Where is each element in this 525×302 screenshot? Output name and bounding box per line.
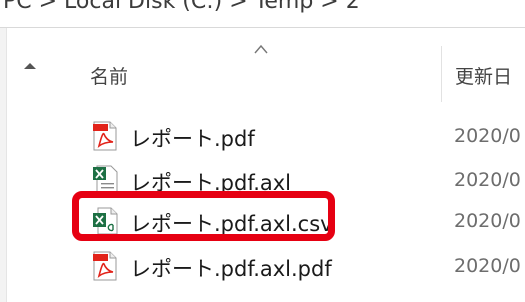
file-date: 2020/0 xyxy=(454,169,521,191)
column-header-name[interactable]: 名前 xyxy=(90,62,128,89)
breadcrumb[interactable]: PC > Local Disk (C:) > Temp > 2 xyxy=(3,0,360,14)
pane-divider[interactable] xyxy=(6,28,7,302)
scroll-up-arrow-icon[interactable] xyxy=(22,58,38,74)
column-divider[interactable] xyxy=(441,46,442,102)
file-row[interactable]: レポート.pdf.axl.pdf 2020/0 xyxy=(80,248,525,284)
file-date: 2020/0 xyxy=(454,255,521,277)
file-name[interactable]: レポート.pdf xyxy=(130,123,255,153)
file-date: 2020/0 xyxy=(454,125,521,147)
pdf-file-icon xyxy=(93,121,117,151)
sort-ascending-icon xyxy=(254,44,268,54)
file-date: 2020/0 xyxy=(454,210,521,232)
highlight-annotation-box xyxy=(72,191,335,241)
file-row[interactable]: レポート.pdf 2020/0 xyxy=(80,118,525,154)
file-name[interactable]: レポート.pdf.axl.pdf xyxy=(130,253,332,283)
address-bar[interactable]: PC > Local Disk (C:) > Temp > 2 xyxy=(0,0,525,28)
pdf-file-icon xyxy=(93,251,117,281)
column-header-modified[interactable]: 更新日 xyxy=(455,62,512,89)
